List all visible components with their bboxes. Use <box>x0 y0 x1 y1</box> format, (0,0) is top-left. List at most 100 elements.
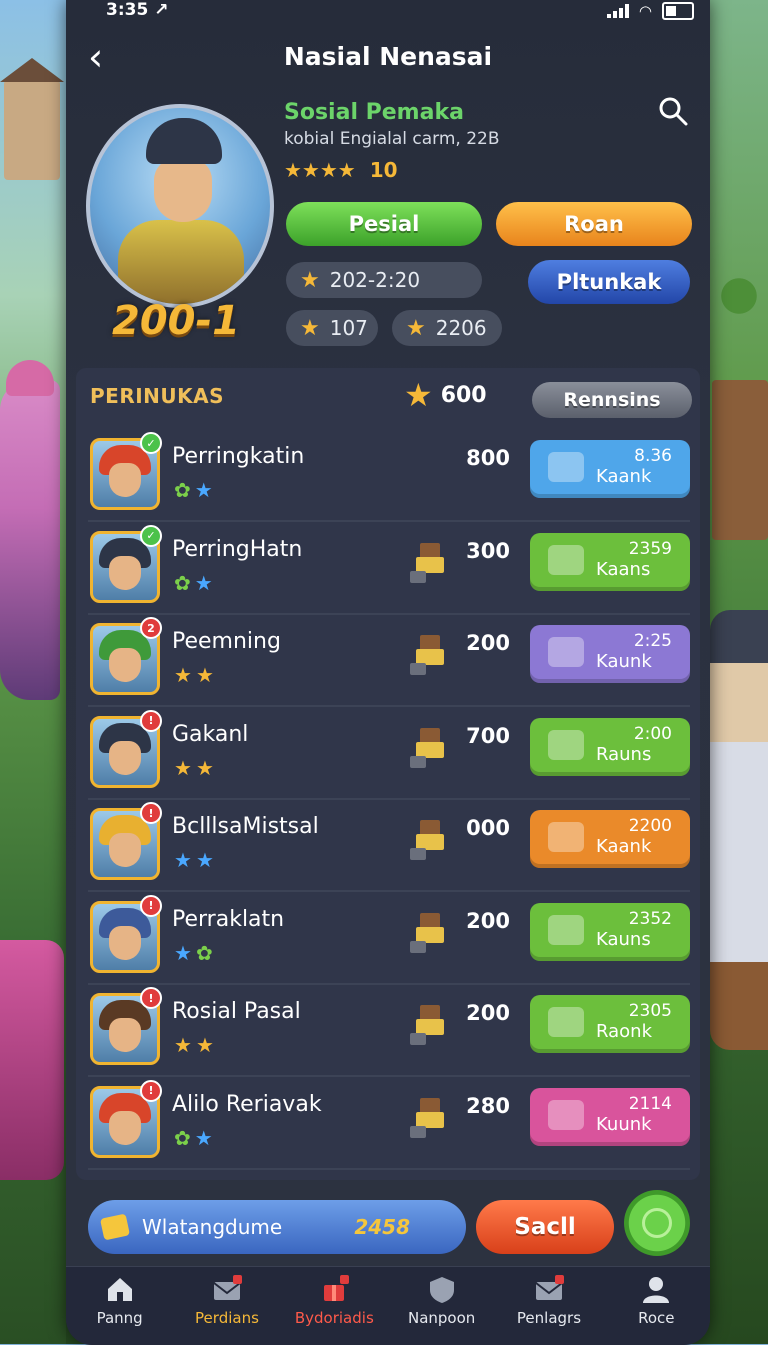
row-action-button[interactable]: 2352 Kauns <box>530 902 690 961</box>
blocks-icon <box>410 1005 444 1045</box>
background-scenery-right <box>710 0 768 1344</box>
blocks-icon <box>410 1097 444 1138</box>
signal-icon <box>606 4 629 18</box>
row-action-button[interactable]: 2114 Kuunk <box>530 1087 690 1146</box>
row-time: 2:25 <box>633 631 672 651</box>
row-badge: 2 <box>140 617 162 639</box>
mail-icon <box>535 1275 564 1300</box>
ranking-row[interactable]: ✓ Perringkatin ✿★ 800 8.36 Kaank <box>88 432 690 522</box>
target-button[interactable] <box>624 1190 690 1256</box>
row-action-button[interactable]: 2200 Kaank <box>530 810 690 868</box>
ranking-row[interactable]: ! Gakanl ★★ 700 2:00 Rauns <box>88 709 690 800</box>
row-action-button[interactable]: 2359 Kaans <box>530 532 690 591</box>
currency-bar[interactable]: Wlatangdume 2458 <box>88 1200 466 1254</box>
badge-icon: ★ <box>195 1033 218 1057</box>
bottom-nav: Panng Perdians Bydoriadis Nanpoon Penlag… <box>66 1266 710 1345</box>
row-time: 2:00 <box>633 723 672 744</box>
player-subtitle: kobial Engialal carm, 22B <box>284 129 500 149</box>
row-time: 2200 <box>628 816 672 836</box>
row-score: 200 <box>466 908 510 933</box>
stat-a-value: 107 <box>329 316 368 340</box>
item-icon <box>548 729 584 760</box>
badge-icon: ★ <box>174 940 196 965</box>
tertiary-button[interactable]: Pltunkak <box>528 260 690 304</box>
row-action-label: Kaank <box>596 836 652 857</box>
badge-icon: ★ <box>174 1033 196 1057</box>
item-icon <box>548 452 584 482</box>
nav-item-4[interactable]: Nanpoon <box>389 1267 495 1327</box>
ranking-row[interactable]: 2 Peemning ★★ 200 2:25 Kaunk <box>88 617 690 707</box>
badge-icon: ★ <box>174 663 196 687</box>
row-action-button[interactable]: 2:25 Kaunk <box>530 625 690 683</box>
row-score: 200 <box>466 1001 510 1025</box>
badge-icon: ★ <box>194 570 217 595</box>
item-icon <box>548 914 584 945</box>
row-action-label: Raonk <box>596 1021 652 1042</box>
primary-button[interactable]: Pesial <box>286 202 482 246</box>
home-icon <box>107 1278 132 1301</box>
badge-icon: ★ <box>174 755 196 780</box>
nav-item-6[interactable]: Roce <box>603 1267 709 1327</box>
row-badge: ! <box>140 894 162 917</box>
badge-icon: ★ <box>195 755 218 780</box>
row-action-label: Kauns <box>596 928 651 950</box>
row-name: Perringkatin <box>172 444 305 469</box>
row-badge: ! <box>140 1079 162 1102</box>
badge-icon: ✿ <box>174 478 195 502</box>
badge-icon: ★ <box>194 478 217 502</box>
nav-item-5[interactable]: Penlagrs <box>496 1267 602 1327</box>
shield-icon <box>429 1277 454 1303</box>
row-action-button[interactable]: 8.36 Kaank <box>530 440 690 498</box>
search-icon[interactable] <box>658 96 688 126</box>
item-icon <box>548 637 584 667</box>
sell-button[interactable]: Sacll <box>476 1200 614 1254</box>
ticket-icon <box>99 1213 131 1241</box>
item-icon <box>548 822 584 852</box>
character-illustration-right <box>710 610 768 1050</box>
currency-value: 2458 <box>354 1215 410 1239</box>
secondary-button[interactable]: Roan <box>496 202 692 246</box>
row-action-button[interactable]: 2:00 Rauns <box>530 717 690 776</box>
row-time: 2359 <box>628 538 672 559</box>
player-name: Sosial Pemaka <box>284 100 464 125</box>
row-badges: ★★ <box>174 663 218 687</box>
star-icon: ★ <box>404 376 433 414</box>
ranking-row[interactable]: ! Alilo Reriavak ✿★ 280 2114 Kuunk <box>88 1079 690 1170</box>
row-badge: ! <box>140 987 162 1009</box>
gift-icon <box>324 1275 350 1301</box>
row-time: 2352 <box>628 908 672 929</box>
page-title: Nasial Nenasai <box>283 42 493 71</box>
section-score-value: 600 <box>440 382 487 408</box>
nav-item-2[interactable]: Perdians <box>174 1267 280 1327</box>
wifi-icon: ◠ <box>638 2 652 20</box>
player-rating: ★★★★ 10 <box>284 158 398 182</box>
row-name: Rosial Pasal <box>172 999 301 1024</box>
row-action-button[interactable]: 2305 Raonk <box>530 995 690 1053</box>
row-score: 300 <box>466 538 510 563</box>
row-action-label: Rauns <box>596 743 652 765</box>
background-scenery-left <box>0 0 66 1344</box>
section-button[interactable]: Rennsins <box>532 382 692 418</box>
ranking-row[interactable]: ✓ PerringHatn ✿★ 300 2359 Kaans <box>88 524 690 615</box>
ranking-row[interactable]: ! Rosial Pasal ★★ 200 2305 Raonk <box>88 987 690 1077</box>
row-name: Perraklatn <box>172 906 285 932</box>
nav-label: Roce <box>638 1309 675 1327</box>
rating-value: 10 <box>369 158 398 182</box>
ranking-row[interactable]: ! BclllsaMistsal ★★ 000 2200 Kaank <box>88 802 690 892</box>
row-time: 2114 <box>628 1093 672 1114</box>
row-name: BclllsaMistsal <box>172 814 319 839</box>
player-avatar[interactable] <box>86 104 274 308</box>
badge-icon: ✿ <box>195 940 217 965</box>
player-level: 200-1 <box>112 298 240 344</box>
nav-item-3[interactable]: Bydoriadis <box>281 1267 387 1327</box>
row-time: 8.36 <box>634 446 672 466</box>
ranking-row[interactable]: ! Perraklatn ★✿ 200 2352 Kauns <box>88 894 690 985</box>
palm-illustration <box>714 260 764 320</box>
nav-label: Perdians <box>195 1309 259 1327</box>
character-illustration-left <box>0 360 60 700</box>
row-badges: ★★ <box>174 848 218 872</box>
nav-item-1[interactable]: Panng <box>67 1267 173 1327</box>
row-badge: ✓ <box>140 524 162 547</box>
blocks-icon <box>410 912 444 953</box>
badge-icon: ✿ <box>174 1125 195 1150</box>
